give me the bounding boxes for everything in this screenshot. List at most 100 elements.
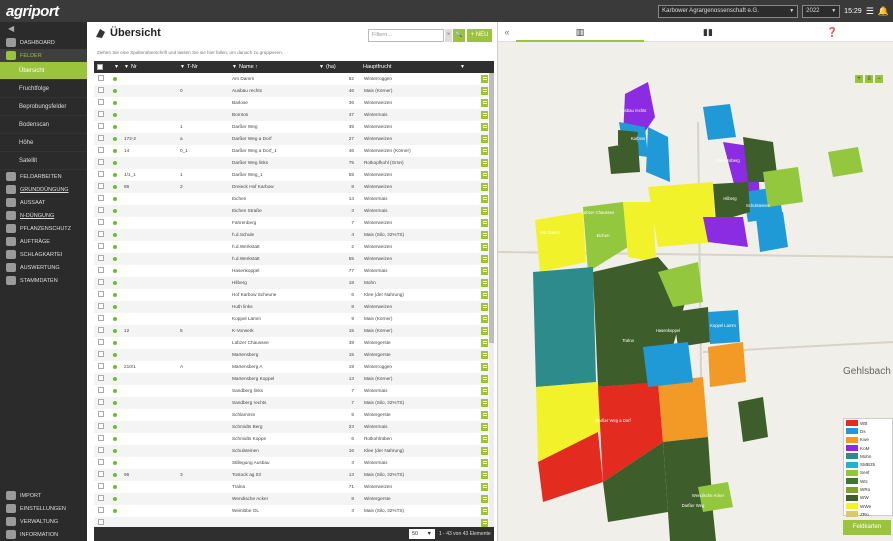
row-checkbox[interactable]: [98, 447, 104, 453]
sidebar-item-felder[interactable]: FELDER: [0, 49, 87, 62]
row-checkbox[interactable]: [98, 471, 104, 477]
map-field[interactable]: [738, 397, 768, 442]
row-menu-icon[interactable]: [481, 447, 488, 455]
table-row[interactable]: Schmidts Koppe 6 Rotkohlrüben: [94, 433, 494, 445]
sidebar-item[interactable]: INFORMATION: [0, 528, 87, 541]
column-header-name[interactable]: ▼ Name ↑: [229, 61, 324, 73]
table-row[interactable]: h.d.Schule 4 Mais (Silo, 32%TS): [94, 229, 494, 241]
table-row[interactable]: Wendische Acker 8 Wintergerste: [94, 493, 494, 505]
row-checkbox[interactable]: [98, 423, 104, 429]
row-menu-icon[interactable]: [481, 231, 488, 239]
row-checkbox[interactable]: [98, 303, 104, 309]
row-menu-icon[interactable]: [481, 363, 488, 371]
row-menu-icon[interactable]: [481, 507, 488, 515]
sidebar-item[interactable]: FELDARBEITEN: [0, 170, 87, 183]
table-row[interactable]: Hilberg 18 Mohn: [94, 277, 494, 289]
row-checkbox[interactable]: [98, 219, 104, 225]
table-row[interactable]: h.d.Werkstatt 2 Winterweizen: [94, 241, 494, 253]
row-checkbox[interactable]: [98, 339, 104, 345]
row-menu-icon[interactable]: [481, 279, 488, 287]
row-checkbox[interactable]: [98, 387, 104, 393]
sidebar-item[interactable]: GRUNDDÜNGUNG: [0, 183, 87, 196]
map-field[interactable]: [708, 342, 746, 387]
row-menu-icon[interactable]: [481, 111, 488, 119]
map-field[interactable]: [533, 267, 596, 387]
table-row[interactable]: Koppel Lamm 9 Mais (Körner): [94, 313, 494, 325]
row-checkbox[interactable]: [98, 255, 104, 261]
table-scrollbar[interactable]: [489, 73, 494, 528]
row-checkbox[interactable]: [98, 411, 104, 417]
company-select[interactable]: Karbower Agrargenossenschaft e.G. ▼: [658, 4, 799, 18]
row-checkbox[interactable]: [98, 123, 104, 129]
row-menu-icon[interactable]: [481, 351, 488, 359]
row-checkbox[interactable]: [98, 327, 104, 333]
row-checkbox[interactable]: [98, 375, 104, 381]
table-row[interactable]: Lübzer Chaussee 38 Wintergerste: [94, 337, 494, 349]
row-checkbox[interactable]: [98, 519, 104, 525]
row-menu-icon[interactable]: [481, 243, 488, 251]
table-row[interactable]: Am Damm 82 Winterroggen: [94, 73, 494, 85]
row-menu-icon[interactable]: [481, 87, 488, 95]
column-header-nr[interactable]: ▼ Nr: [121, 61, 176, 73]
row-checkbox[interactable]: [98, 363, 104, 369]
search-button[interactable]: 🔍: [453, 29, 465, 42]
sidebar-item[interactable]: IMPORT: [0, 489, 87, 502]
notification-bell-icon[interactable]: 🔔: [878, 6, 889, 17]
sidebar-item[interactable]: PFLANZENSCHUTZ: [0, 222, 87, 235]
table-row[interactable]: 172-2 a Darßer Weg a Dorf 27 Winterweizen: [94, 133, 494, 145]
sidebar-item[interactable]: EINSTELLUNGEN: [0, 502, 87, 515]
map-field[interactable]: [658, 377, 708, 442]
row-checkbox[interactable]: [98, 495, 104, 501]
sidebar-item[interactable]: N-DÜNGUNG: [0, 209, 87, 222]
table-row[interactable]: Schulsteinen 16 Klee (der Nahrung): [94, 445, 494, 457]
table-row[interactable]: h.d.Werkstatt 55 Winterweizen: [94, 253, 494, 265]
row-menu-icon[interactable]: [481, 255, 488, 263]
sidebar-subitem[interactable]: Satellit: [0, 152, 87, 170]
table-row[interactable]: Weinlöbe OL 3 Mais (Silo, 32%TS): [94, 505, 494, 517]
row-menu-icon[interactable]: [481, 123, 488, 131]
table-row[interactable]: Eichen 14 Wintermais: [94, 193, 494, 205]
sidebar-subitem[interactable]: Höhe: [0, 134, 87, 152]
row-checkbox[interactable]: [98, 147, 104, 153]
zoom-in-button[interactable]: +: [855, 75, 863, 83]
sidebar-item[interactable]: AUFTRÄGE: [0, 235, 87, 248]
map-field[interactable]: [673, 307, 710, 347]
tab-map[interactable]: ▥: [516, 22, 644, 42]
menu-icon[interactable]: ☰: [866, 6, 874, 17]
row-checkbox[interactable]: [98, 159, 104, 165]
row-menu-icon[interactable]: [481, 195, 488, 203]
row-checkbox[interactable]: [98, 267, 104, 273]
row-menu-icon[interactable]: [481, 483, 488, 491]
map-field[interactable]: [623, 202, 656, 262]
row-checkbox[interactable]: [98, 231, 104, 237]
row-checkbox[interactable]: [98, 291, 104, 297]
row-checkbox[interactable]: [98, 111, 104, 117]
sidebar-subitem[interactable]: Fruchtfolge: [0, 80, 87, 98]
row-menu-icon[interactable]: [481, 471, 488, 479]
row-checkbox[interactable]: [98, 207, 104, 213]
collapse-list-icon[interactable]: «: [498, 22, 516, 42]
sidebar-collapse-icon[interactable]: ◀: [0, 22, 87, 36]
filter-input[interactable]: Filtern...: [368, 29, 444, 42]
sidebar-item[interactable]: VERWALTUNG: [0, 515, 87, 528]
table-row[interactable]: 1 Darßer Weg 35 Winterweizen: [94, 121, 494, 133]
row-menu-icon[interactable]: [481, 75, 488, 83]
row-menu-icon[interactable]: [481, 183, 488, 191]
row-menu-icon[interactable]: [481, 171, 488, 179]
table-row[interactable]: 96 3 Tostock ag 03 13 Mais (Silo, 32%TS): [94, 469, 494, 481]
row-menu-icon[interactable]: [481, 411, 488, 419]
sidebar-subitem[interactable]: Übersicht: [0, 62, 87, 80]
table-row[interactable]: 0 Ausbau rechts 46 Mais (Körner): [94, 85, 494, 97]
row-checkbox[interactable]: [98, 99, 104, 105]
table-row[interactable]: 210/1 A Martensberg A 19 Winterroggen: [94, 361, 494, 373]
map-field[interactable]: [828, 147, 863, 177]
row-menu-icon[interactable]: [481, 99, 488, 107]
row-checkbox[interactable]: [98, 195, 104, 201]
table-row[interactable]: Hasenkoppel 77 Wintermais: [94, 265, 494, 277]
row-menu-icon[interactable]: [481, 267, 488, 275]
select-all-checkbox[interactable]: [97, 64, 103, 70]
table-row[interactable]: Eichen Straße 3 Wintermais: [94, 205, 494, 217]
table-row[interactable]: Sandberg rechts 7 Mais (Silo, 32%TS): [94, 397, 494, 409]
row-checkbox[interactable]: [98, 435, 104, 441]
row-checkbox[interactable]: [98, 243, 104, 249]
